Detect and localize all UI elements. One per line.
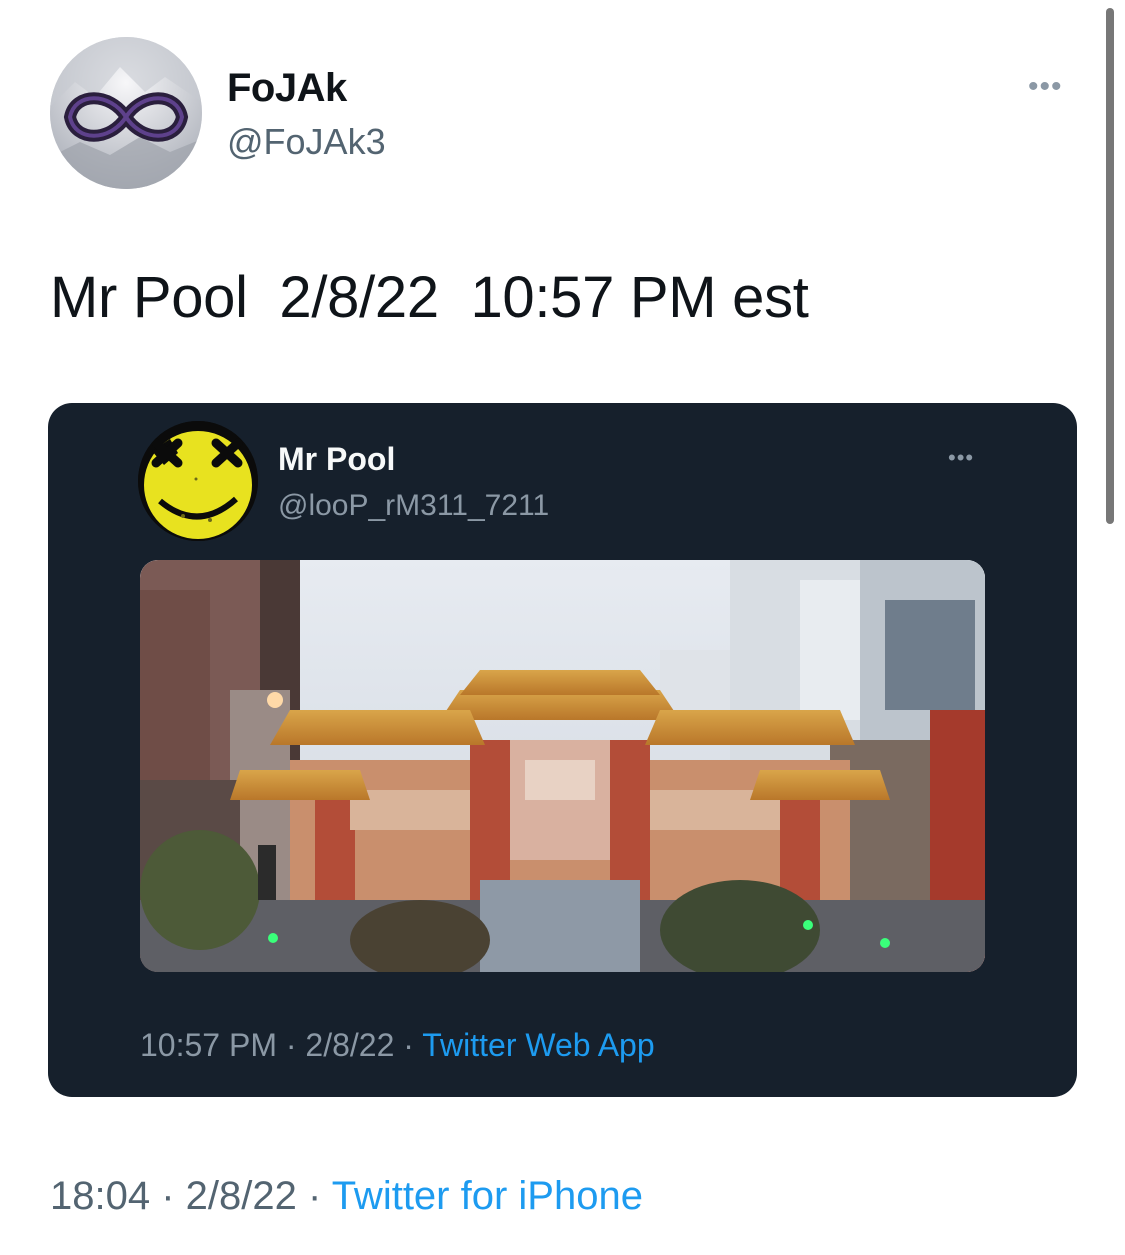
quoted-tweet-source-link[interactable]: Twitter Web App [422, 1027, 654, 1063]
tweet-text: Mr Pool 2/8/22 10:57 PM est [50, 265, 809, 330]
tweet-source-link[interactable]: Twitter for iPhone [332, 1174, 643, 1218]
meta-separator: · [150, 1174, 186, 1218]
chinatown-gate-photo [140, 560, 985, 972]
quoted-tweet-photo[interactable] [140, 560, 985, 972]
quoted-author-avatar[interactable] [138, 421, 258, 541]
quoted-tweet-time[interactable]: 10:57 PM [140, 1027, 277, 1063]
quoted-tweet-card[interactable]: Mr Pool @looP_rM311_7211 ••• 10:57 PM · … [48, 403, 1077, 1097]
meta-separator: · [296, 1174, 332, 1218]
tweet-date[interactable]: 2/8/22 [186, 1174, 297, 1218]
infinity-logo-icon [50, 37, 202, 189]
quoted-tweet-meta: 10:57 PM · 2/8/22 · Twitter Web App [140, 1027, 655, 1064]
tweet-meta: 18:04 · 2/8/22 · Twitter for iPhone [50, 1174, 643, 1219]
scrollbar[interactable] [1106, 8, 1114, 524]
more-icon[interactable]: ••• [948, 445, 974, 471]
meta-separator: · [394, 1027, 423, 1063]
author-avatar[interactable] [50, 37, 202, 189]
more-icon[interactable]: ••• [1028, 72, 1063, 102]
quoted-author-name[interactable]: Mr Pool [278, 441, 395, 478]
yellow-smiley-face-icon [138, 421, 258, 541]
tweet-time[interactable]: 18:04 [50, 1174, 150, 1218]
meta-separator: · [276, 1027, 306, 1063]
author-name[interactable]: FoJAk [227, 66, 347, 111]
author-handle[interactable]: @FoJAk3 [227, 121, 386, 163]
quoted-tweet-date[interactable]: 2/8/22 [305, 1027, 394, 1063]
quoted-author-handle[interactable]: @looP_rM311_7211 [278, 489, 549, 523]
